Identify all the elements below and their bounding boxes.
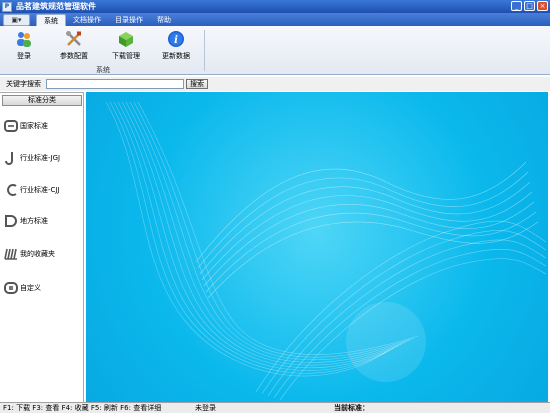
- maximize-button[interactable]: □: [524, 1, 535, 11]
- app-menu-button[interactable]: ▣▾: [3, 14, 30, 26]
- settings-button[interactable]: 参数配置: [54, 30, 94, 62]
- sidebar-item-custom[interactable]: 自定义: [4, 281, 41, 295]
- search-button[interactable]: 搜索: [186, 79, 208, 89]
- main-content-area: [86, 92, 548, 402]
- folder-icon: [4, 281, 18, 295]
- download-manager-button[interactable]: 下载管理: [106, 30, 146, 62]
- window-controls: _ □ ×: [511, 1, 548, 11]
- status-shortcut-keys: F1: 下载 F3: 查看 F4: 收藏 F5: 刷新 F6: 查看详细: [3, 404, 162, 412]
- ribbon-group-system: 登录 参数配置 下载管理 i 更新数据 系统: [2, 28, 204, 74]
- folder-icon: [4, 151, 18, 165]
- search-input[interactable]: [46, 79, 184, 89]
- tab-system[interactable]: 系统: [36, 14, 66, 26]
- ribbon-group-label: 系统: [96, 66, 110, 74]
- favorites-folder-icon: [4, 247, 18, 261]
- ribbon-group-divider: [204, 30, 205, 71]
- login-button[interactable]: 登录: [4, 30, 44, 62]
- sidebar-item-national-standard[interactable]: 国家标准: [4, 119, 48, 133]
- category-header[interactable]: 标准分类: [2, 95, 82, 106]
- sidebar-item-local[interactable]: 地方标准: [4, 214, 48, 228]
- sidebar-item-label: 自定义: [20, 284, 41, 292]
- update-data-button[interactable]: i 更新数据: [156, 30, 196, 62]
- tab-directory-ops[interactable]: 目录操作: [108, 14, 150, 26]
- status-current-standard: 当前标准：: [334, 404, 369, 412]
- minimize-button[interactable]: _: [511, 1, 522, 11]
- ribbon-tab-bar: ▣▾ 系统 文档操作 目录操作 帮助: [0, 13, 550, 26]
- folder-icon: [4, 183, 18, 197]
- sidebar-item-label: 行业标准-JGJ: [20, 154, 61, 162]
- search-bar: 关键字搜索 搜索: [0, 77, 550, 91]
- window-title: 品茗建筑规范管理软件: [16, 2, 96, 11]
- ribbon: 登录 参数配置 下载管理 i 更新数据 系统: [0, 26, 550, 75]
- wave-background-graphic: [105, 101, 547, 401]
- sidebar-item-favorites[interactable]: 我的收藏夹: [4, 247, 55, 261]
- sidebar-item-label: 我的收藏夹: [20, 250, 55, 258]
- sidebar-item-label: 行业标准-CJJ: [20, 186, 60, 194]
- sidebar-item-label: 地方标准: [20, 217, 48, 225]
- update-data-label: 更新数据: [162, 52, 190, 60]
- app-icon: P: [2, 1, 12, 12]
- svg-text:i: i: [174, 35, 178, 46]
- login-label: 登录: [17, 52, 31, 60]
- tab-help[interactable]: 帮助: [150, 14, 178, 26]
- close-button[interactable]: ×: [537, 1, 548, 11]
- app-menu-icon: ▣▾: [11, 16, 22, 24]
- download-manager-label: 下载管理: [112, 52, 140, 60]
- sidebar-item-jgj[interactable]: 行业标准-JGJ: [4, 151, 60, 165]
- title-bar: P 品茗建筑规范管理软件 _ □ ×: [0, 0, 550, 13]
- status-bar: F1: 下载 F3: 查看 F4: 收藏 F5: 刷新 F6: 查看详细 未登录…: [0, 402, 550, 413]
- folder-icon: [4, 214, 18, 228]
- sidebar-item-label: 国家标准: [20, 122, 48, 130]
- tab-document-ops[interactable]: 文档操作: [66, 14, 108, 26]
- status-login-state: 未登录: [195, 404, 216, 412]
- sidebar-item-cjj[interactable]: 行业标准-CJJ: [4, 183, 60, 197]
- settings-label: 参数配置: [60, 52, 88, 60]
- category-panel: 标准分类 国家标准 行业标准-JGJ 行业标准-CJJ 地方标准 我的收藏夹 自…: [0, 92, 84, 402]
- info-icon: i: [167, 30, 185, 48]
- download-box-icon: [117, 30, 135, 48]
- folder-icon: [4, 119, 18, 133]
- tools-icon: [65, 30, 83, 48]
- search-label: 关键字搜索: [6, 80, 41, 88]
- users-icon: [15, 30, 33, 48]
